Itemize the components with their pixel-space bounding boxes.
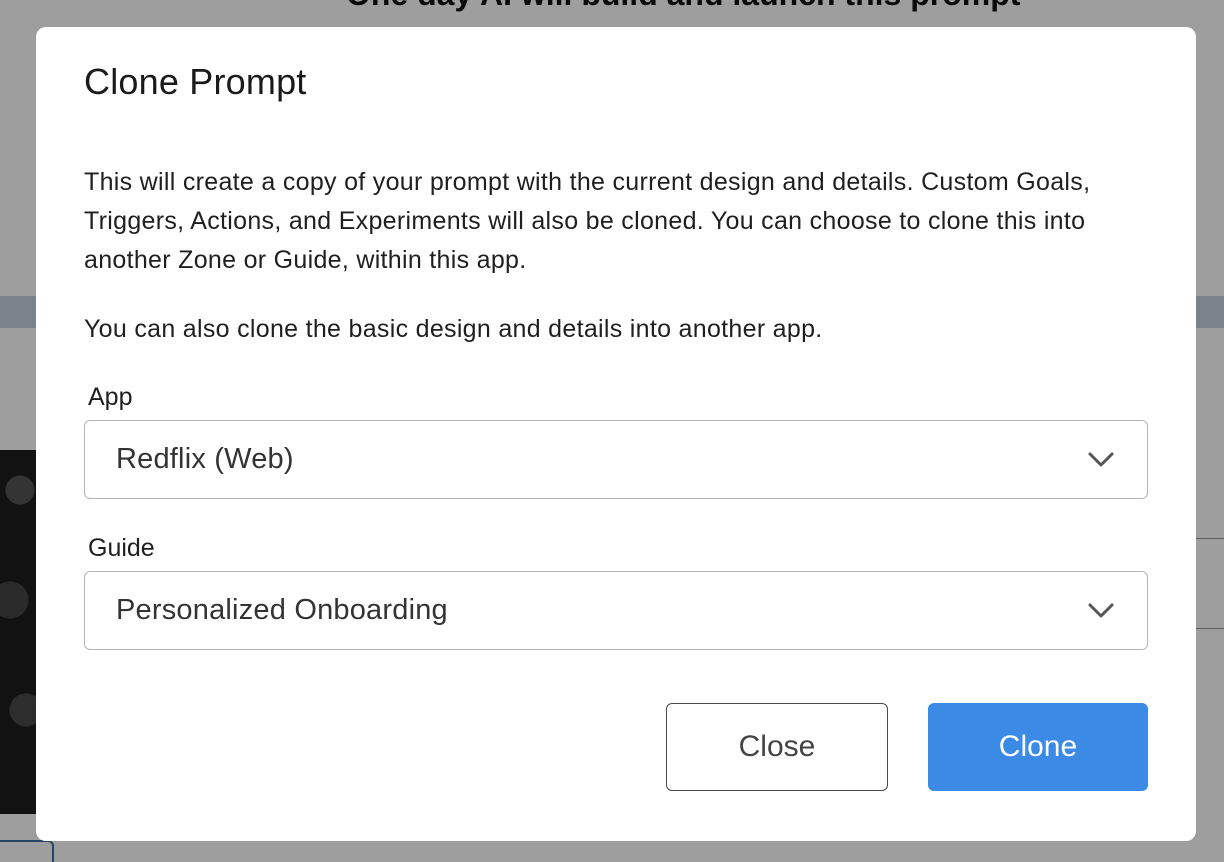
chevron-down-icon [1088,452,1114,466]
clone-prompt-dialog: Clone Prompt This will create a copy of … [36,27,1196,841]
app-field-label: App [88,383,133,411]
close-button[interactable]: Close [666,703,888,791]
guide-select[interactable]: Personalized Onboarding [84,571,1148,650]
dialog-description: This will create a copy of your prompt w… [84,168,1091,274]
guide-select-value: Personalized Onboarding [116,594,448,626]
clone-button[interactable]: Clone [928,703,1148,791]
app-select[interactable]: Redflix (Web) [84,420,1148,499]
chevron-down-icon [1088,603,1114,617]
guide-field-label: Guide [88,534,155,562]
dialog-description-secondary: You can also clone the basic design and … [84,315,823,343]
app-select-value: Redflix (Web) [116,443,294,475]
dialog-title: Clone Prompt [84,61,307,102]
